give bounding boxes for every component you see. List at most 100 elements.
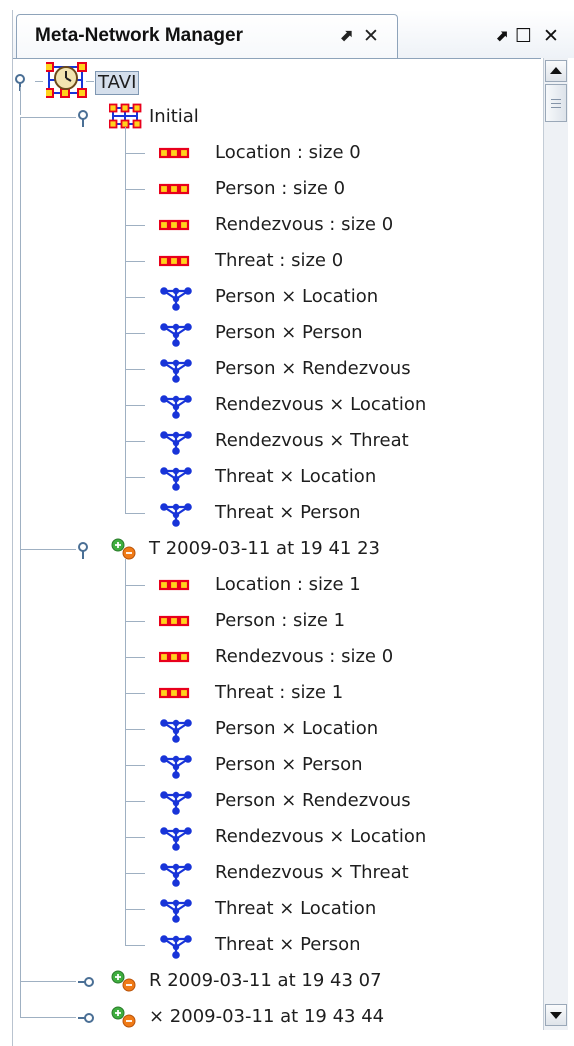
network-icon [160, 935, 192, 959]
tree-connector [125, 801, 145, 802]
tree-connector [35, 81, 43, 82]
network-item[interactable]: Person × Rendezvous [215, 790, 411, 812]
arrow-down-icon [550, 1012, 562, 1019]
tree-connector [125, 405, 145, 406]
close-icon[interactable]: ✕ [363, 24, 379, 48]
metanetwork-icon [109, 103, 142, 129]
tab-bar: Meta-Network Manager ⬈ ✕ ⬈ ☐ ✕ [13, 10, 574, 59]
nodeset-item[interactable]: Threat : size 1 [215, 682, 343, 704]
network-icon [160, 323, 192, 347]
nodeset-icon [159, 651, 190, 663]
tree-connector [20, 549, 21, 981]
network-item[interactable]: Rendezvous × Threat [215, 862, 409, 884]
tree-root-label[interactable]: TAVI [95, 71, 140, 95]
nodeset-item[interactable]: Rendezvous : size 0 [215, 646, 393, 668]
network-item[interactable]: Threat × Location [215, 466, 376, 488]
scroll-up-button[interactable] [545, 60, 567, 82]
meta-network-tree: TAVI Initial Location : size 0 Person : siz… [13, 58, 541, 1031]
network-item[interactable]: Threat × Person [215, 502, 361, 524]
tree-connector [125, 621, 145, 622]
tree-connector [125, 189, 145, 190]
restore-icon[interactable]: ⬈ [495, 24, 508, 48]
panel-title: Meta-Network Manager [35, 25, 243, 46]
tree-connector [125, 693, 145, 694]
tree-group-label[interactable]: × 2009-03-11 at 19 43 44 [149, 1006, 384, 1028]
tree-connector [125, 225, 145, 226]
tree-connector [86, 81, 94, 82]
tree-connector [20, 117, 21, 549]
tree-group-label[interactable]: R 2009-03-11 at 19 43 07 [149, 970, 382, 992]
tree-connector [20, 981, 76, 982]
tree-connector [125, 873, 145, 874]
network-item[interactable]: Threat × Location [215, 898, 376, 920]
pin-icon[interactable]: ⬈ [339, 24, 353, 48]
network-icon [160, 359, 192, 383]
nodeset-icon [159, 183, 190, 195]
maximize-icon[interactable]: ☐ [515, 24, 532, 48]
tree-toggle-collapsed-icon[interactable] [76, 973, 102, 993]
tree-connector [20, 1017, 76, 1018]
network-icon [160, 791, 192, 815]
tree-connector [125, 333, 145, 334]
nodeset-icon [159, 147, 190, 159]
tree-group-label[interactable]: Initial [149, 106, 199, 128]
tree-group-label[interactable]: T 2009-03-11 at 19 41 23 [149, 538, 380, 560]
tree-connector [125, 513, 145, 514]
tree-toggle-collapsed-icon[interactable] [76, 1009, 102, 1029]
network-icon [160, 827, 192, 851]
meta-network-manager-panel: Meta-Network Manager ⬈ ✕ ⬈ ☐ ✕ TAVI Initi… [12, 10, 574, 1046]
network-item[interactable]: Person × Person [215, 322, 363, 344]
nodeset-item[interactable]: Location : size 1 [215, 574, 361, 596]
network-icon [160, 431, 192, 455]
tree-connector [125, 729, 145, 730]
tree-connector [125, 297, 145, 298]
network-item[interactable]: Rendezvous × Threat [215, 430, 409, 452]
metanetwork-clock-icon [46, 62, 87, 98]
network-item[interactable]: Person × Location [215, 718, 378, 740]
network-icon [160, 863, 192, 887]
tree-toggle-expanded-icon[interactable] [76, 541, 102, 561]
addremove-icon [111, 1006, 136, 1028]
tree-connector [125, 657, 145, 658]
scroll-thumb[interactable] [545, 84, 567, 122]
close-window-icon[interactable]: ✕ [543, 24, 559, 48]
tree-connector [20, 981, 21, 1017]
nodeset-item[interactable]: Threat : size 0 [215, 250, 343, 272]
tree-connector [125, 477, 145, 478]
nodeset-item[interactable]: Location : size 0 [215, 142, 361, 164]
tree-connector [20, 549, 76, 550]
tree-toggle-expanded-icon[interactable] [13, 73, 39, 93]
network-icon [160, 899, 192, 923]
network-item[interactable]: Person × Person [215, 754, 363, 776]
network-item[interactable]: Person × Location [215, 286, 378, 308]
tree-connector [20, 87, 21, 115]
nodeset-icon [159, 687, 190, 699]
network-icon [160, 467, 192, 491]
scroll-down-button[interactable] [545, 1004, 567, 1026]
network-item[interactable]: Threat × Person [215, 934, 361, 956]
network-icon [160, 755, 192, 779]
tree-connector [125, 837, 145, 838]
network-item[interactable]: Person × Rendezvous [215, 358, 411, 380]
tree-connector [20, 117, 76, 118]
tree-connector [125, 441, 145, 442]
network-icon [160, 395, 192, 419]
network-icon [160, 287, 192, 311]
network-icon [160, 719, 192, 743]
network-item[interactable]: Rendezvous × Location [215, 394, 426, 416]
nodeset-icon [159, 255, 190, 267]
nodeset-item[interactable]: Person : size 0 [215, 178, 345, 200]
tree-toggle-expanded-icon[interactable] [76, 109, 102, 129]
network-item[interactable]: Rendezvous × Location [215, 826, 426, 848]
vertical-scrollbar[interactable] [543, 58, 568, 1030]
nodeset-item[interactable]: Rendezvous : size 0 [215, 214, 393, 236]
arrow-up-icon [550, 67, 562, 74]
nodeset-item[interactable]: Person : size 1 [215, 610, 345, 632]
nodeset-icon [159, 579, 190, 591]
nodeset-icon [159, 615, 190, 627]
tree-connector [125, 559, 126, 945]
addremove-icon [111, 538, 136, 560]
tab-meta-network-manager[interactable]: Meta-Network Manager ⬈ ✕ [16, 14, 398, 59]
tree-connector [125, 261, 145, 262]
tree-connector [125, 945, 145, 946]
